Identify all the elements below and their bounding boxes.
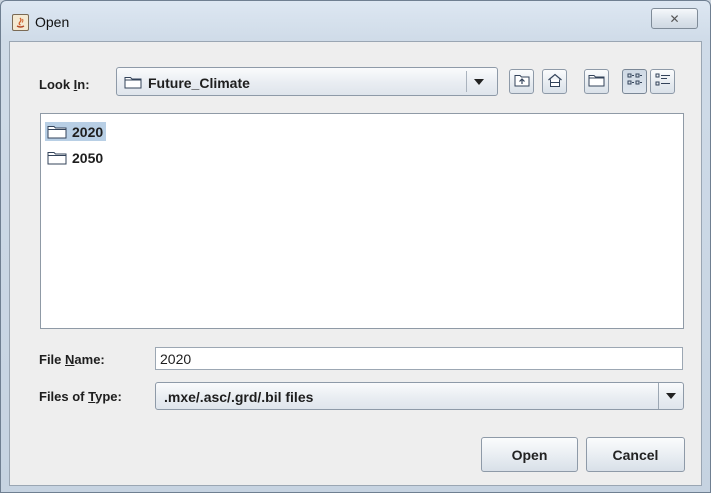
file-list[interactable]: 2020 2050 <box>40 113 684 329</box>
files-of-type-combobox[interactable]: .mxe/.asc/.grd/.bil files <box>155 382 684 410</box>
dialog-content: Look In: Future_Climate 2020 2050 File N… <box>9 41 702 486</box>
new-folder-icon <box>588 73 605 90</box>
chevron-down-icon <box>666 393 676 399</box>
files-of-type-dropdown-button[interactable] <box>658 383 683 409</box>
window-title: Open <box>35 14 70 30</box>
up-one-level-icon <box>514 73 530 90</box>
home-button[interactable] <box>542 69 567 94</box>
folder-icon <box>47 126 67 139</box>
chevron-down-icon[interactable] <box>474 79 484 85</box>
home-icon <box>547 73 563 91</box>
list-item-label: 2050 <box>72 149 104 166</box>
close-button[interactable]: ✕ <box>651 8 698 29</box>
open-button[interactable]: Open <box>481 437 578 472</box>
look-in-label: Look In: <box>39 77 90 92</box>
open-dialog-window: Open ✕ Look In: Future_Climate 2020 2050… <box>0 0 711 493</box>
list-view-button[interactable] <box>622 69 647 94</box>
cancel-button[interactable]: Cancel <box>586 437 685 472</box>
new-folder-button[interactable] <box>584 69 609 94</box>
list-view-icon <box>627 73 643 90</box>
file-name-label: File Name: <box>39 352 105 367</box>
look-in-value: Future_Climate <box>148 75 250 91</box>
list-item[interactable]: 2020 <box>45 122 107 141</box>
combo-divider <box>466 71 467 92</box>
list-item-label: 2020 <box>72 123 104 140</box>
close-icon: ✕ <box>669 11 680 26</box>
file-name-input[interactable] <box>155 347 683 370</box>
title-bar[interactable]: Open ✕ <box>1 1 710 41</box>
look-in-combobox[interactable]: Future_Climate <box>116 67 498 96</box>
list-item[interactable]: 2050 <box>45 148 106 167</box>
java-app-icon <box>12 14 29 31</box>
files-of-type-value: .mxe/.asc/.grd/.bil files <box>164 389 314 405</box>
details-view-button[interactable] <box>650 69 675 94</box>
up-one-level-button[interactable] <box>509 69 534 94</box>
folder-icon <box>47 152 67 165</box>
details-view-icon <box>655 73 671 90</box>
files-of-type-label: Files of Type: <box>39 389 122 404</box>
folder-icon <box>124 75 142 92</box>
